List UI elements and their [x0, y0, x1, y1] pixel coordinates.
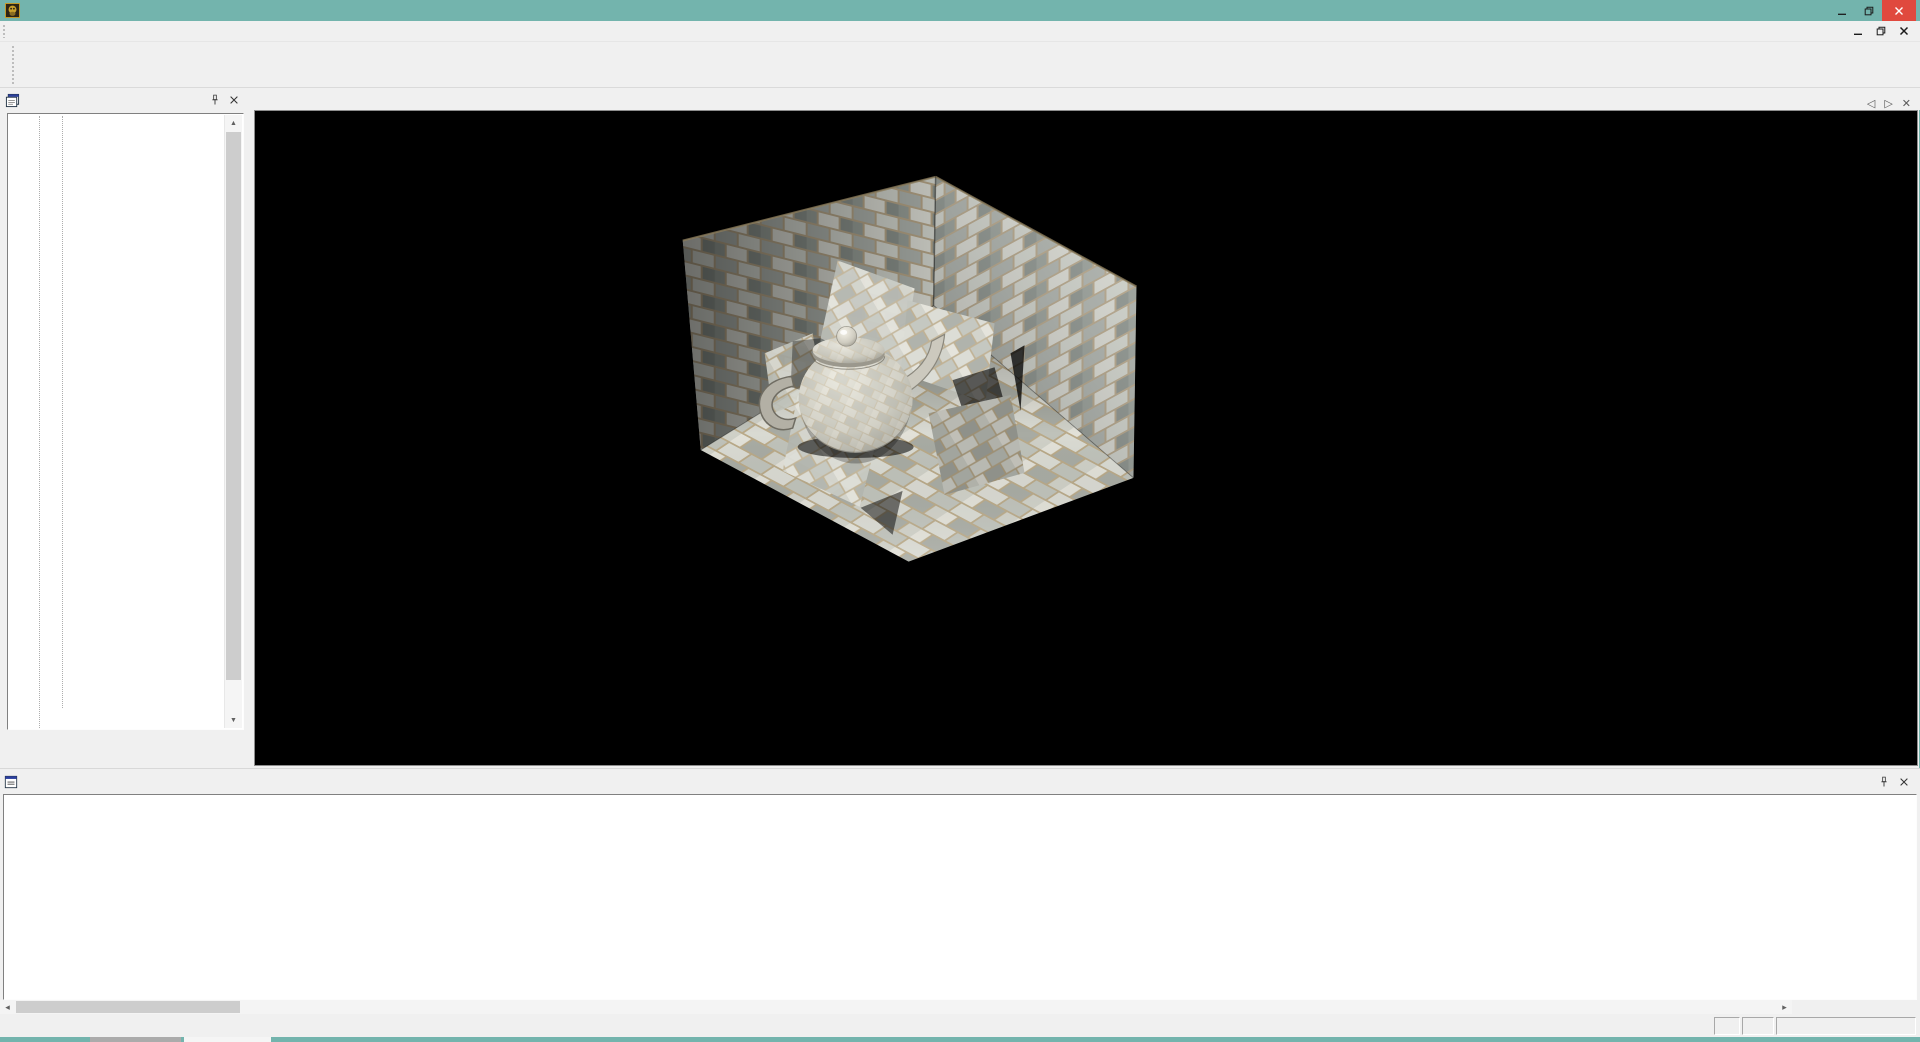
status-cell-extra — [1776, 1017, 1916, 1035]
menu-grip[interactable] — [2, 24, 7, 38]
directx-preview-viewport[interactable] — [254, 110, 1918, 766]
menu-bar — [0, 21, 1920, 41]
restore-button[interactable] — [1855, 0, 1882, 21]
bottom-border-segment-white — [184, 1037, 271, 1042]
workspace-scroll-thumb[interactable] — [226, 132, 241, 680]
output-scrollbar[interactable]: ◂ ▸ — [0, 1000, 1792, 1014]
output-log — [3, 794, 1917, 1000]
status-cell-num — [1742, 1017, 1774, 1035]
workspace-header — [0, 88, 250, 112]
mdi-window-controls — [1851, 26, 1920, 36]
title-bar — [0, 0, 1920, 21]
status-bar — [0, 1015, 1920, 1037]
workspace-panel: ▲ ▼ — [0, 88, 250, 768]
close-button[interactable] — [1882, 0, 1916, 21]
scroll-right-icon[interactable]: ▸ — [1777, 1000, 1792, 1014]
mdi-close-button[interactable] — [1897, 26, 1911, 36]
workspace-scrollbar[interactable]: ▲ ▼ — [224, 115, 242, 728]
output-header — [0, 769, 1920, 794]
window-bottom-border — [0, 1037, 1920, 1042]
app-icon — [5, 3, 20, 18]
mdi-minimize-button[interactable] — [1851, 26, 1865, 36]
scroll-up-icon[interactable]: ▲ — [225, 115, 242, 131]
workspace-tree-box: ▲ ▼ — [7, 113, 244, 730]
document-tab-bar: ◁ ▷ ✕ — [254, 88, 1920, 110]
toolbar-grip[interactable] — [11, 45, 16, 84]
output-scroll-thumb[interactable] — [16, 1001, 240, 1013]
bottom-border-segment-gray — [90, 1037, 181, 1042]
main-area: ◁ ▷ ✕ — [254, 88, 1920, 768]
tab-navigation: ◁ ▷ ✕ — [1867, 97, 1920, 110]
output-panel: ◂ ▸ — [0, 768, 1920, 1015]
scroll-left-icon[interactable]: ◂ — [0, 1000, 15, 1014]
main-toolbar — [0, 41, 1920, 88]
scroll-down-icon[interactable]: ▼ — [225, 712, 242, 728]
output-close-icon[interactable] — [1897, 775, 1911, 789]
workspace-tree — [9, 116, 225, 728]
tab-close-icon[interactable]: ✕ — [1902, 97, 1911, 110]
mdi-restore-button[interactable] — [1874, 26, 1888, 36]
tab-prev-icon[interactable]: ◁ — [1867, 97, 1875, 110]
output-icon — [4, 775, 18, 789]
workspace-icon — [5, 93, 20, 108]
output-pin-icon[interactable] — [1877, 775, 1891, 789]
workspace-close-icon[interactable] — [227, 93, 241, 107]
status-cell-cap — [1714, 1017, 1740, 1035]
tab-next-icon[interactable]: ▷ — [1884, 97, 1892, 110]
preview-3d-scene — [255, 111, 1917, 765]
minimize-button[interactable] — [1828, 0, 1855, 21]
workspace-pin-icon[interactable] — [208, 93, 222, 107]
